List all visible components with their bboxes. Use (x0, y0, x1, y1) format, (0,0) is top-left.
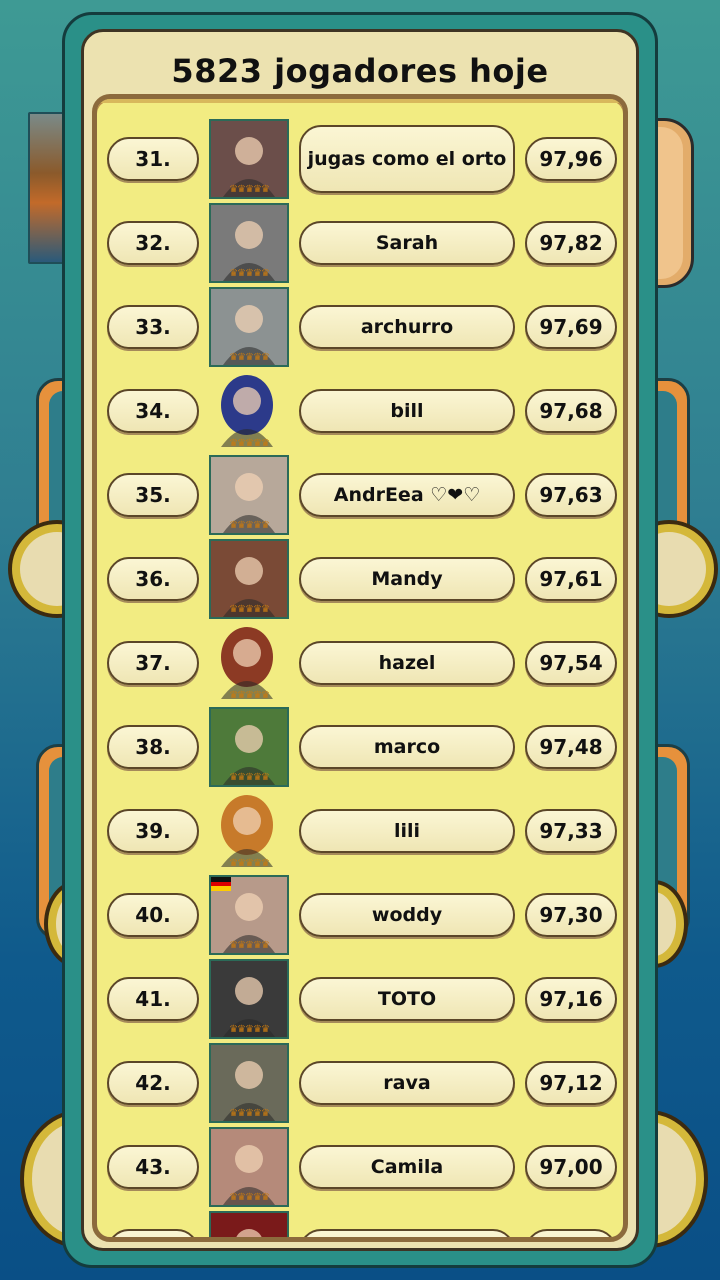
rank-label: 42. (107, 1061, 199, 1105)
player-score: 97,48 (525, 725, 617, 769)
germany-flag-icon (211, 877, 231, 891)
avatar-picture-icon (221, 795, 273, 867)
photo-avatar-woman-bw[interactable]: ♛♛♛♛♛ (209, 203, 289, 283)
rank-label: 37. (107, 641, 199, 685)
rank-label: 35. (107, 473, 199, 517)
leaderboard-row[interactable]: 31. ♛♛♛♛♛ jugas como el orto 97,96 (97, 109, 623, 199)
cartoon-avatar-brown-hair[interactable]: ♛♛♛♛♛ (209, 623, 289, 703)
rank-label: 36. (107, 557, 199, 601)
dialog-title: 5823 jogadores hoje (171, 52, 549, 90)
rank-label: 32. (107, 221, 199, 265)
player-name: bill (299, 389, 515, 433)
rank-label: 40. (107, 893, 199, 937)
rank-label: 33. (107, 305, 199, 349)
player-score (525, 1229, 617, 1237)
photo-avatar-woman-glasses[interactable]: ♛♛♛♛♛ (209, 455, 289, 535)
rank-label (107, 1229, 199, 1237)
player-score: 97,00 (525, 1145, 617, 1189)
photo-avatar-man-with-pig[interactable]: ♛♛♛♛♛ (209, 875, 289, 955)
player-name: lili (299, 809, 515, 853)
photo-avatar-man-outdoors[interactable]: ♛♛♛♛♛ (209, 1043, 289, 1123)
leaderboard-row[interactable]: 41. ♛♛♛♛♛ TOTO 97,16 (97, 949, 623, 1039)
leaderboard-row[interactable]: 39. ♛♛♛♛♛ lili 97,33 (97, 781, 623, 869)
player-name: rava (299, 1061, 515, 1105)
player-name (299, 1229, 515, 1237)
photo-avatar-woman-hat[interactable]: ♛♛♛♛♛ (209, 539, 289, 619)
player-score: 97,30 (525, 893, 617, 937)
leaderboard-row[interactable]: 40. ♛♛♛♛♛ woddy 97,30 (97, 865, 623, 955)
leaderboard-list[interactable]: 31. ♛♛♛♛♛ jugas como el orto 97,96 32. ♛… (92, 94, 628, 1242)
player-score: 97,68 (525, 389, 617, 433)
leaderboard-row[interactable]: 34. ♛♛♛♛♛ bill 97,68 (97, 361, 623, 449)
player-name: hazel (299, 641, 515, 685)
leaderboard-row[interactable]: 43. ♛♛♛♛♛ Camila 97,00 (97, 1117, 623, 1207)
leaderboard-dialog: 5823 jogadores hoje 31. ♛♛♛♛♛ jugas como… (62, 12, 658, 1268)
player-name: Sarah (299, 221, 515, 265)
player-score: 97,12 (525, 1061, 617, 1105)
rank-label: 34. (107, 389, 199, 433)
player-score: 97,54 (525, 641, 617, 685)
player-name: woddy (299, 893, 515, 937)
player-name: TOTO (299, 977, 515, 1021)
photo-avatar-red-flower[interactable] (209, 1211, 289, 1237)
leaderboard-row[interactable]: 33. ♛♛♛♛♛ archurro 97,69 (97, 277, 623, 367)
avatar-picture-icon (221, 375, 273, 447)
photo-avatar-woman-smile[interactable]: ♛♛♛♛♛ (209, 1127, 289, 1207)
leaderboard-row[interactable]: 38. ♛♛♛♛♛ marco 97,48 (97, 697, 623, 787)
leaderboard-row[interactable]: 32. ♛♛♛♛♛ Sarah 97,82 (97, 193, 623, 283)
player-score: 97,61 (525, 557, 617, 601)
player-score: 97,63 (525, 473, 617, 517)
leaderboard-row-partial[interactable] (97, 1201, 623, 1237)
hooded-figure-avatar[interactable]: ♛♛♛♛♛ (209, 371, 289, 451)
rank-label: 31. (107, 137, 199, 181)
photo-avatar-sunglasses[interactable]: ♛♛♛♛♛ (209, 119, 289, 199)
player-name: Mandy (299, 557, 515, 601)
player-name: archurro (299, 305, 515, 349)
leaderboard-row[interactable]: 36. ♛♛♛♛♛ Mandy 97,61 (97, 529, 623, 619)
avatar-picture-icon (221, 627, 273, 699)
leaderboard-row[interactable]: 37. ♛♛♛♛♛ hazel 97,54 (97, 613, 623, 701)
player-name: Camila (299, 1145, 515, 1189)
leaderboard-row[interactable]: 42. ♛♛♛♛♛ rava 97,12 (97, 1033, 623, 1123)
avatar-picture-icon (211, 1213, 287, 1237)
cartoon-avatar-blonde[interactable]: ♛♛♛♛♛ (209, 791, 289, 871)
leaderboard-inner: 5823 jogadores hoje 31. ♛♛♛♛♛ jugas como… (81, 29, 639, 1251)
player-score: 97,82 (525, 221, 617, 265)
player-score: 97,33 (525, 809, 617, 853)
player-name: jugas como el orto (299, 125, 515, 193)
leaderboard-row[interactable]: 35. ♛♛♛♛♛ AndrEea ♡❤♡ 97,63 (97, 445, 623, 535)
photo-avatar-sky[interactable]: ♛♛♛♛♛ (209, 287, 289, 367)
rank-label: 41. (107, 977, 199, 1021)
photo-avatar-child[interactable]: ♛♛♛♛♛ (209, 959, 289, 1039)
photo-avatar-stadium[interactable]: ♛♛♛♛♛ (209, 707, 289, 787)
player-name: AndrEea ♡❤♡ (299, 473, 515, 517)
player-name: marco (299, 725, 515, 769)
player-score: 97,16 (525, 977, 617, 1021)
rank-label: 38. (107, 725, 199, 769)
rank-label: 39. (107, 809, 199, 853)
player-score: 97,69 (525, 305, 617, 349)
player-score: 97,96 (525, 137, 617, 181)
rank-label: 43. (107, 1145, 199, 1189)
